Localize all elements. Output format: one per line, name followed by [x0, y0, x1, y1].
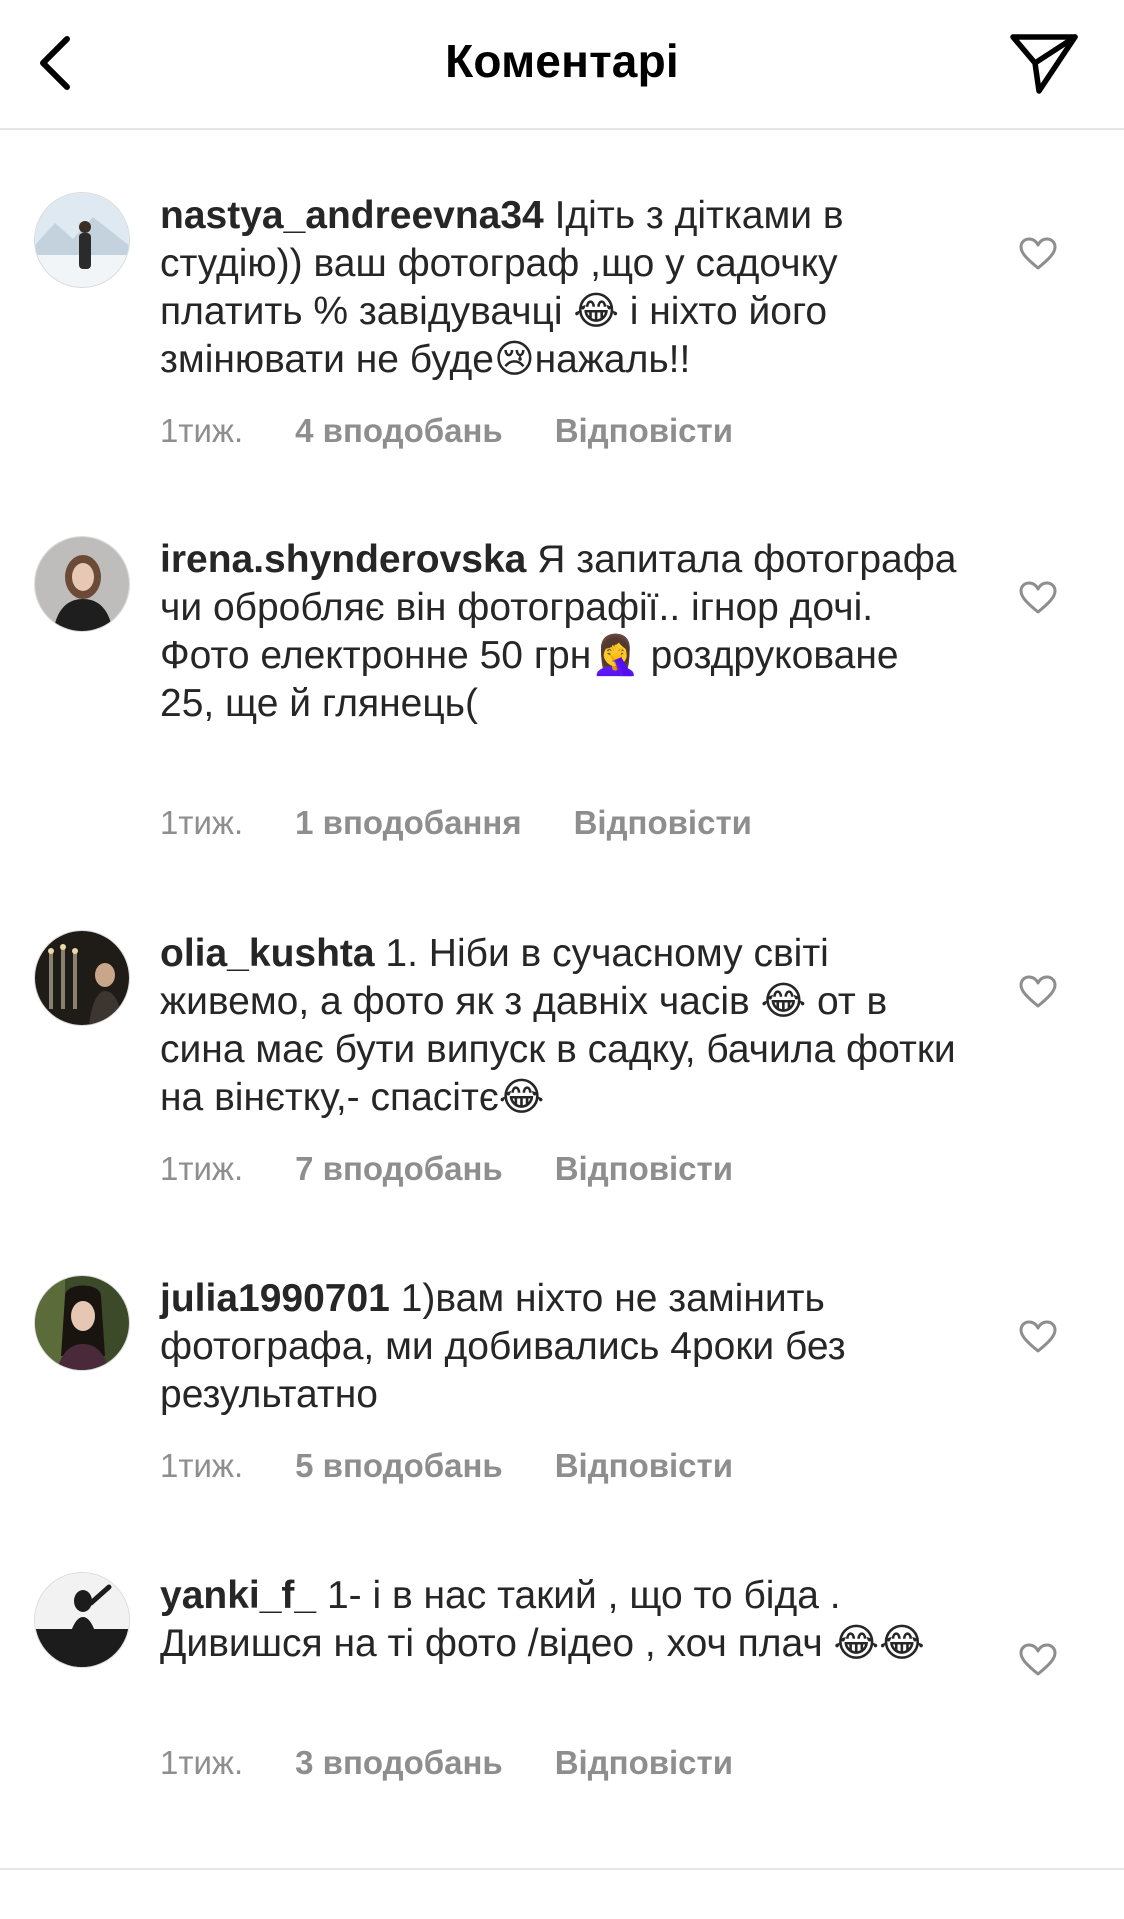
- comment-text: olia_kushta 1. Ніби в сучасному світі жи…: [160, 930, 960, 1122]
- comment-likes[interactable]: 1 вподобання: [295, 804, 521, 842]
- comment-meta: 1тиж. 7 вподобань Відповісти: [160, 1150, 733, 1188]
- comment-time: 1тиж.: [160, 1150, 244, 1187]
- comment-text: julia1990701 1)вам ніхто не замінить фот…: [160, 1275, 960, 1419]
- reply-button[interactable]: Відповісти: [555, 1447, 733, 1485]
- heart-outline-icon: [1019, 1320, 1057, 1353]
- avatar[interactable]: [34, 930, 130, 1026]
- comment-text: nastya_andreevna34 Ідіть з дітками в сту…: [160, 192, 960, 384]
- heart-outline-icon: [1019, 237, 1057, 270]
- reply-button[interactable]: Відповісти: [574, 804, 752, 842]
- reply-button[interactable]: Відповісти: [555, 1744, 733, 1782]
- comment-likes[interactable]: 4 вподобань: [295, 412, 503, 450]
- comment-time: 1тиж.: [160, 1447, 244, 1484]
- heart-outline-icon: [1019, 1643, 1057, 1676]
- header-bar: Коментарі: [0, 0, 1124, 130]
- share-button[interactable]: [1004, 28, 1084, 100]
- paper-plane-icon: [1010, 34, 1078, 94]
- avatar[interactable]: [34, 1275, 130, 1371]
- comment-likes[interactable]: 5 вподобань: [295, 1447, 503, 1485]
- heart-outline-icon: [1019, 581, 1057, 614]
- reply-button[interactable]: Відповісти: [555, 412, 733, 450]
- like-button[interactable]: [1010, 1632, 1066, 1688]
- comment-username[interactable]: olia_kushta: [160, 932, 375, 975]
- comment-username[interactable]: nastya_andreevna34: [160, 194, 544, 237]
- like-button[interactable]: [1010, 570, 1066, 626]
- comment-text: yanki_f_ 1- і в нас такий , що то біда .…: [160, 1572, 960, 1668]
- comment-meta: 1тиж. 5 вподобань Відповісти: [160, 1447, 733, 1485]
- comment-time: 1тиж.: [160, 1744, 244, 1781]
- comment-meta: 1тиж. 1 вподобання Відповісти: [160, 804, 752, 842]
- like-button[interactable]: [1010, 1309, 1066, 1365]
- comment-time: 1тиж.: [160, 412, 244, 449]
- like-button[interactable]: [1010, 226, 1066, 282]
- comment-input-bar: [0, 1870, 1124, 1919]
- comment-meta: 1тиж. 4 вподобань Відповісти: [160, 412, 733, 450]
- avatar[interactable]: [34, 1572, 130, 1668]
- comment-likes[interactable]: 3 вподобань: [295, 1744, 503, 1782]
- comment-username[interactable]: irena.shynderovska: [160, 538, 526, 581]
- comment-username[interactable]: julia1990701: [160, 1277, 390, 1320]
- heart-outline-icon: [1019, 975, 1057, 1008]
- reply-button[interactable]: Відповісти: [555, 1150, 733, 1188]
- avatar[interactable]: [34, 536, 130, 632]
- comment-text: irena.shynderovska Я запитала фотографа …: [160, 536, 960, 728]
- page-title: Коментарі: [445, 35, 679, 87]
- comment-username[interactable]: yanki_f_: [160, 1574, 316, 1617]
- comment-meta: 1тиж. 3 вподобань Відповісти: [160, 1744, 733, 1782]
- comment-time: 1тиж.: [160, 804, 244, 841]
- comment-likes[interactable]: 7 вподобань: [295, 1150, 503, 1188]
- like-button[interactable]: [1010, 964, 1066, 1020]
- avatar[interactable]: [34, 192, 130, 288]
